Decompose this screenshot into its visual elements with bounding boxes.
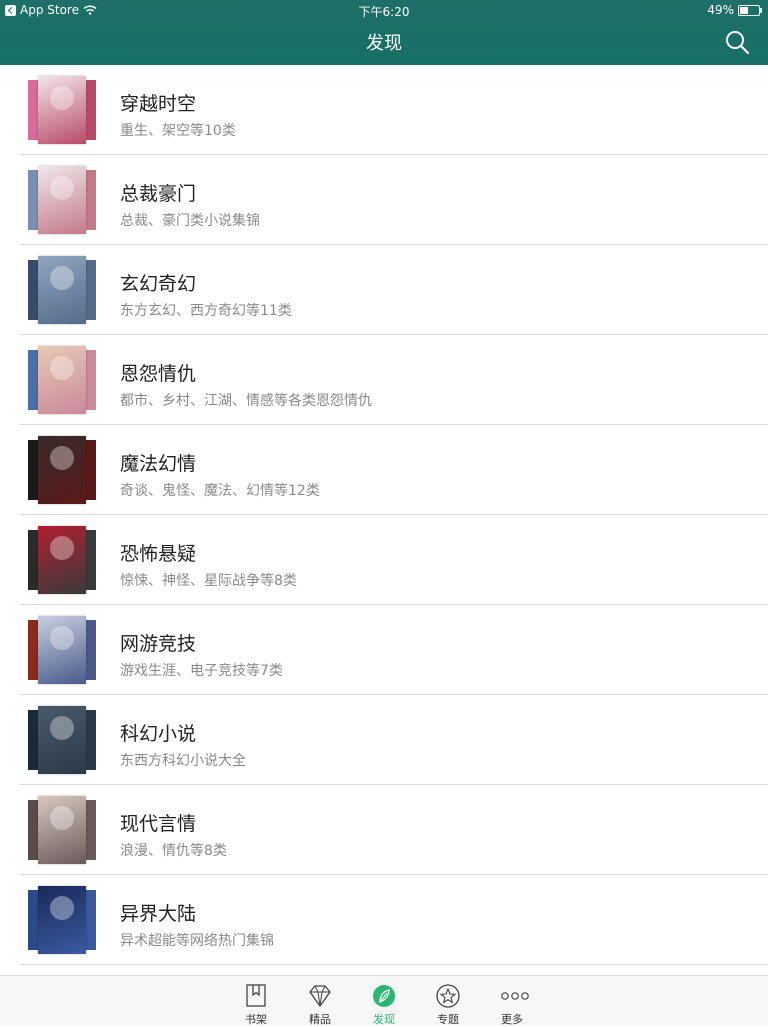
category-subtitle: 总裁、豪门类小说集锦 bbox=[120, 213, 260, 229]
category-title: 恐怖悬疑 bbox=[120, 543, 197, 565]
book-cover-image bbox=[28, 796, 96, 864]
tab-label: 精品 bbox=[309, 1013, 331, 1026]
book-cover-image bbox=[28, 166, 96, 234]
category-title: 总裁豪门 bbox=[120, 183, 197, 205]
category-subtitle: 游戏生涯、电子竞技等7类 bbox=[120, 663, 283, 679]
category-subtitle: 浪漫、情仇等8类 bbox=[120, 843, 227, 859]
category-row[interactable]: 网游竞技游戏生涯、电子竞技等7类 bbox=[0, 605, 768, 695]
page-title: 发现 bbox=[366, 33, 402, 54]
category-subtitle: 奇谈、鬼怪、魔法、幻情等12类 bbox=[120, 483, 320, 499]
search-button[interactable] bbox=[724, 29, 750, 55]
tab-discover[interactable]: 发现 bbox=[354, 980, 414, 1026]
category-row[interactable]: 恐怖悬疑惊悚、神怪、星际战争等8类 bbox=[0, 515, 768, 605]
book-cover-image bbox=[28, 436, 96, 504]
category-subtitle: 重生、架空等10类 bbox=[120, 123, 236, 139]
tab-bar: 书架 精品 发现 专题 更多 bbox=[0, 975, 768, 1026]
status-bar: App Store 下午6:20 49% bbox=[0, 0, 768, 20]
tab-label: 专题 bbox=[437, 1013, 459, 1026]
category-row[interactable]: 总裁豪门总裁、豪门类小说集锦 bbox=[0, 155, 768, 245]
book-cover-image bbox=[28, 886, 96, 954]
search-icon bbox=[726, 31, 750, 55]
tab-bookshelf[interactable]: 书架 bbox=[226, 980, 286, 1026]
category-list: 穿越时空重生、架空等10类总裁豪门总裁、豪门类小说集锦玄幻奇幻东方玄幻、西方奇幻… bbox=[0, 65, 768, 965]
tab-label: 更多 bbox=[501, 1013, 523, 1026]
category-title: 网游竞技 bbox=[120, 633, 197, 655]
category-row[interactable]: 科幻小说东西方科幻小说大全 bbox=[0, 695, 768, 785]
book-cover-image bbox=[28, 616, 96, 684]
category-row[interactable]: 玄幻奇幻东方玄幻、西方奇幻等11类 bbox=[0, 245, 768, 335]
book-cover-image bbox=[28, 76, 96, 144]
category-subtitle: 异术超能等网络热门集锦 bbox=[120, 933, 274, 949]
category-title: 现代言情 bbox=[120, 813, 197, 835]
category-row[interactable]: 现代言情浪漫、情仇等8类 bbox=[0, 785, 768, 875]
tab-label: 书架 bbox=[245, 1013, 267, 1026]
battery-percent: 49% bbox=[707, 3, 734, 17]
category-title: 恩怨情仇 bbox=[120, 363, 197, 385]
book-cover-image bbox=[28, 706, 96, 774]
book-cover-image bbox=[28, 346, 96, 414]
category-subtitle: 惊悚、神怪、星际战争等8类 bbox=[120, 573, 297, 589]
book-cover-image bbox=[28, 526, 96, 594]
category-subtitle: 都市、乡村、江湖、情感等各类恩怨情仇 bbox=[120, 393, 372, 409]
category-title: 科幻小说 bbox=[120, 723, 197, 745]
tab-more[interactable]: 更多 bbox=[482, 980, 542, 1026]
category-subtitle: 东西方科幻小说大全 bbox=[120, 753, 246, 769]
top-bar: App Store 下午6:20 49% 发现 bbox=[0, 0, 768, 65]
category-row[interactable]: 恩怨情仇都市、乡村、江湖、情感等各类恩怨情仇 bbox=[0, 335, 768, 425]
category-title: 穿越时空 bbox=[120, 93, 197, 115]
category-row[interactable]: 魔法幻情奇谈、鬼怪、魔法、幻情等12类 bbox=[0, 425, 768, 515]
category-row[interactable]: 异界大陆异术超能等网络热门集锦 bbox=[0, 875, 768, 965]
category-title: 玄幻奇幻 bbox=[120, 273, 197, 295]
category-subtitle: 东方玄幻、西方奇幻等11类 bbox=[120, 303, 292, 319]
book-cover-image bbox=[28, 256, 96, 324]
battery-icon bbox=[738, 4, 762, 16]
tab-label: 发现 bbox=[373, 1013, 395, 1026]
category-title: 魔法幻情 bbox=[120, 453, 197, 475]
status-time: 下午6:20 bbox=[358, 5, 410, 19]
battery-status: 49% bbox=[707, 3, 762, 17]
tab-featured[interactable]: 精品 bbox=[290, 980, 350, 1026]
category-title: 异界大陆 bbox=[120, 903, 197, 925]
category-row[interactable]: 穿越时空重生、架空等10类 bbox=[0, 65, 768, 155]
nav-bar: 发现 bbox=[0, 20, 768, 65]
tab-topics[interactable]: 专题 bbox=[418, 980, 478, 1026]
